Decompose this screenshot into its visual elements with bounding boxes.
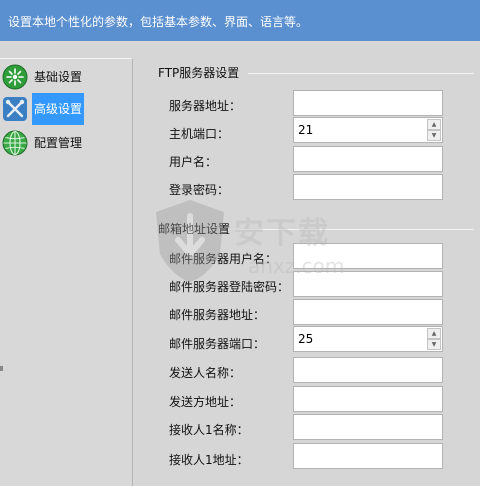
header-description: 设置本地个性化的参数，包括基本参数、界面、语言等。 xyxy=(8,15,309,29)
globe-icon xyxy=(2,130,28,156)
ftp-password-input[interactable] xyxy=(293,174,443,200)
recipient1-address-label: 接收人1地址： xyxy=(169,453,249,467)
mail-server-address-label: 邮件服务器地址： xyxy=(169,308,266,322)
mail-username-input[interactable] xyxy=(293,243,443,269)
sidebar-item-label: 高级设置 xyxy=(32,93,84,125)
mail-password-input[interactable] xyxy=(293,271,443,297)
chevron-down-icon[interactable]: ▼ xyxy=(427,339,441,350)
sidebar-item-label: 配置管理 xyxy=(34,136,83,150)
sender-address-input[interactable] xyxy=(293,386,443,412)
mail-username-label: 邮件服务器用户名： xyxy=(169,252,278,266)
sidebar-item-label: 基础设置 xyxy=(34,70,83,84)
mail-group-divider xyxy=(236,229,474,230)
ftp-port-stepper[interactable]: ▲ ▼ xyxy=(293,117,443,143)
sender-name-input[interactable] xyxy=(293,357,443,383)
ftp-password-label: 登录密码： xyxy=(169,183,230,197)
sidebar: 基础设置 高级设置 配置管理 xyxy=(0,58,133,486)
ftp-server-address-input[interactable] xyxy=(293,90,443,116)
ftp-port-label: 主机端口： xyxy=(169,127,230,141)
ftp-group-divider xyxy=(248,73,474,74)
sidebar-item-advanced-settings[interactable]: 高级设置 xyxy=(0,93,132,125)
sidebar-item-basic-settings[interactable]: 基础设置 xyxy=(0,61,132,93)
ftp-group-title: FTP服务器设置 xyxy=(158,66,240,80)
recipient1-address-input[interactable] xyxy=(293,443,443,469)
mail-server-address-input[interactable] xyxy=(293,299,443,325)
header-bar: 设置本地个性化的参数，包括基本参数、界面、语言等。 xyxy=(0,0,480,41)
mail-port-label: 邮件服务器端口： xyxy=(169,337,266,351)
sender-name-label: 发送人名称： xyxy=(169,366,242,380)
mail-port-input[interactable] xyxy=(294,327,426,351)
mail-port-stepper[interactable]: ▲ ▼ xyxy=(293,326,443,352)
sidebar-item-config-management[interactable]: 配置管理 xyxy=(0,127,132,159)
ftp-username-input[interactable] xyxy=(293,146,443,172)
ftp-port-input[interactable] xyxy=(294,118,426,142)
sidebar-resize-handle[interactable] xyxy=(0,366,3,371)
recipient1-name-label: 接收人1名称： xyxy=(169,423,249,437)
mail-group-title: 邮箱地址设置 xyxy=(158,222,231,236)
mail-password-label: 邮件服务器登陆密码： xyxy=(169,280,290,294)
chevron-up-icon[interactable]: ▲ xyxy=(427,328,441,339)
recipient1-name-input[interactable] xyxy=(293,414,443,440)
ftp-server-address-label: 服务器地址： xyxy=(169,99,242,113)
sender-address-label: 发送方地址： xyxy=(169,395,242,409)
chevron-up-icon[interactable]: ▲ xyxy=(427,119,441,130)
tools-icon xyxy=(3,97,27,121)
ftp-username-label: 用户名： xyxy=(169,155,218,169)
basic-settings-icon xyxy=(2,64,28,90)
chevron-down-icon[interactable]: ▼ xyxy=(427,130,441,141)
